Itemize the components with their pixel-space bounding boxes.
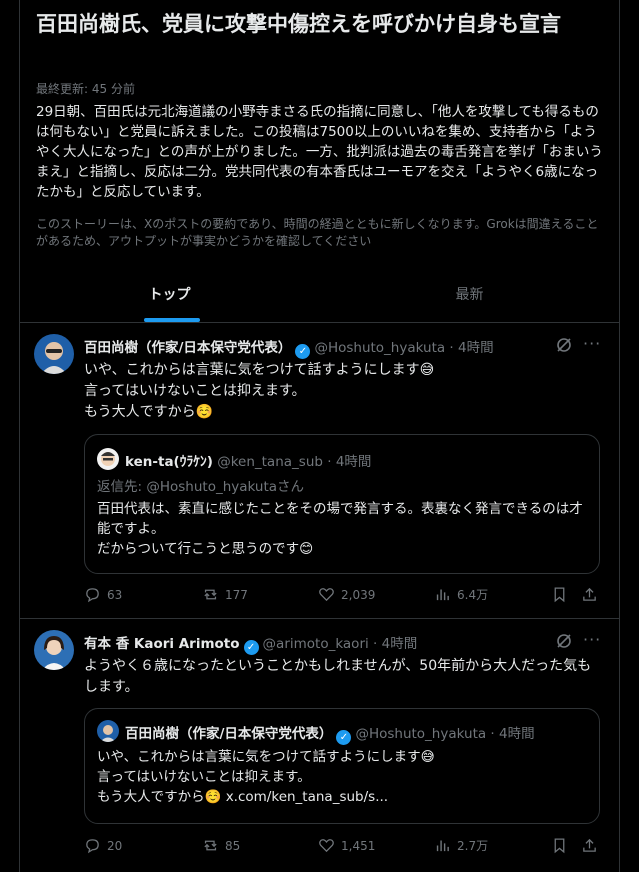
verified-badge-icon: ✓ (336, 730, 352, 745)
repost-count: 85 (225, 838, 241, 853)
like-button[interactable]: 2,039 (318, 586, 375, 603)
reply-count: 63 (107, 587, 123, 602)
story-summary: 29日朝、百田氏は元北海道議の小野寺まさる氏の指摘に同意し、「他人を攻撃しても得… (36, 104, 603, 200)
grok-icon[interactable] (555, 336, 573, 354)
post[interactable]: 百田尚樹（作家/日本保守党代表） ✓ @Hoshuto_hyakuta · 4時間 … (20, 322, 619, 619)
quoted-display-name: 百田尚樹（作家/日本保守党代表） (125, 726, 333, 742)
heart-icon (319, 839, 334, 853)
quoted-post[interactable]: 百田尚樹（作家/日本保守党代表） ✓ @Hoshuto_hyakuta · 4時間 … (84, 708, 600, 824)
post-actions: 20 85 1,451 2.7万 (84, 837, 614, 859)
tab-bar: トップ 最新 (20, 264, 619, 323)
quoted-post[interactable]: ken-ta(ｳﾗｹﾝ) @ken_tana_sub · 4時間 返信先: @H… (84, 434, 600, 574)
reply-count: 20 (107, 838, 123, 853)
repost-button[interactable]: 177 (202, 586, 248, 603)
views-button[interactable]: 6.4万 (434, 586, 488, 603)
grok-icon[interactable] (555, 632, 573, 650)
reply-button[interactable]: 63 (84, 586, 122, 603)
display-name[interactable]: 百田尚樹（作家/日本保守党代表） (84, 340, 291, 356)
quoted-handle-time: @ken_tana_sub · 4時間 (217, 454, 372, 470)
reply-to-label: 返信先: @Hoshuto_hyakutaさん (97, 479, 305, 495)
views-icon (436, 840, 449, 852)
story-column: 百田尚樹氏、党員に攻撃中傷控えを呼びかけ自身も宣言 最終更新: 45 分前 29… (19, 0, 620, 872)
display-name[interactable]: 有本 香 Kaori Arimoto (84, 636, 240, 652)
post-text: いや、これからは言葉に気をつけて話すようにします😅 言ってはいけないことは抑えま… (84, 362, 435, 420)
bookmark-icon (554, 587, 565, 603)
reply-button[interactable]: 20 (84, 837, 122, 854)
view-count: 2.7万 (457, 839, 489, 853)
tab-top[interactable]: トップ (20, 264, 319, 322)
share-button[interactable] (581, 837, 598, 854)
updated-time: 最終更新: 45 分前 (36, 82, 135, 96)
post-author-row: 百田尚樹（作家/日本保守党代表） ✓ @Hoshuto_hyakuta · 4時間 (84, 336, 494, 359)
repost-count: 177 (225, 587, 248, 602)
avatar[interactable] (34, 334, 74, 374)
post-actions: 63 177 2,039 6.4万 (84, 586, 614, 608)
handle-time[interactable]: @arimoto_kaori · 4時間 (263, 636, 418, 652)
post[interactable]: 有本 香 Kaori Arimoto ✓ @arimoto_kaori · 4時間 … (20, 618, 619, 872)
quoted-text: いや、これからは言葉に気をつけて話すようにします😅 言ってはいけないことは抑えま… (97, 749, 435, 805)
view-count: 6.4万 (457, 588, 489, 602)
post-author-row: 有本 香 Kaori Arimoto ✓ @arimoto_kaori · 4時間 (84, 632, 418, 655)
quoted-author-row: ken-ta(ｳﾗｹﾝ) @ken_tana_sub · 4時間 (125, 450, 371, 470)
handle-time[interactable]: @Hoshuto_hyakuta · 4時間 (314, 340, 493, 356)
share-button[interactable] (581, 586, 598, 603)
bookmark-icon (554, 838, 565, 854)
heart-icon (319, 588, 334, 602)
tab-top-label: トップ (148, 287, 191, 303)
share-icon (583, 587, 596, 601)
quoted-display-name: ken-ta(ｳﾗｹﾝ) (125, 454, 213, 470)
quoted-author-row: 百田尚樹（作家/日本保守党代表） ✓ @Hoshuto_hyakuta · 4時間 (125, 722, 535, 745)
share-icon (583, 838, 596, 852)
reply-icon (86, 588, 99, 603)
quoted-handle-time: @Hoshuto_hyakuta · 4時間 (355, 726, 535, 742)
views-icon (436, 589, 449, 601)
verified-badge-icon: ✓ (243, 640, 259, 655)
grok-disclaimer: このストーリーは、Xのポストの要約であり、時間の経過とともに新しくなります。Gr… (36, 217, 599, 248)
bookmark-button[interactable] (551, 586, 568, 603)
tab-latest[interactable]: 最新 (320, 264, 619, 322)
more-options-icon[interactable]: ··· (583, 334, 601, 353)
reply-icon (86, 839, 99, 854)
story-headline: 百田尚樹氏、党員に攻撃中傷控えを呼びかけ自身も宣言 (36, 12, 561, 36)
views-button[interactable]: 2.7万 (434, 837, 488, 854)
post-text: ようやく６歳になったということかもしれませんが、50年前から大人だった気もします… (84, 658, 592, 695)
like-count: 1,451 (341, 838, 376, 853)
like-count: 2,039 (341, 587, 376, 602)
avatar (97, 448, 119, 470)
more-options-icon[interactable]: ··· (583, 630, 601, 649)
avatar[interactable] (34, 630, 74, 670)
like-button[interactable]: 1,451 (318, 837, 375, 854)
repost-icon (204, 589, 217, 600)
bookmark-button[interactable] (551, 837, 568, 854)
verified-badge-icon: ✓ (295, 344, 311, 359)
tab-latest-label: 最新 (455, 287, 484, 303)
avatar (97, 720, 119, 742)
repost-button[interactable]: 85 (202, 837, 240, 854)
quoted-text: 百田代表は、素直に感じたことをその場で発言する。表裏なく発言できるのは才能ですよ… (97, 501, 583, 557)
repost-icon (204, 840, 217, 851)
